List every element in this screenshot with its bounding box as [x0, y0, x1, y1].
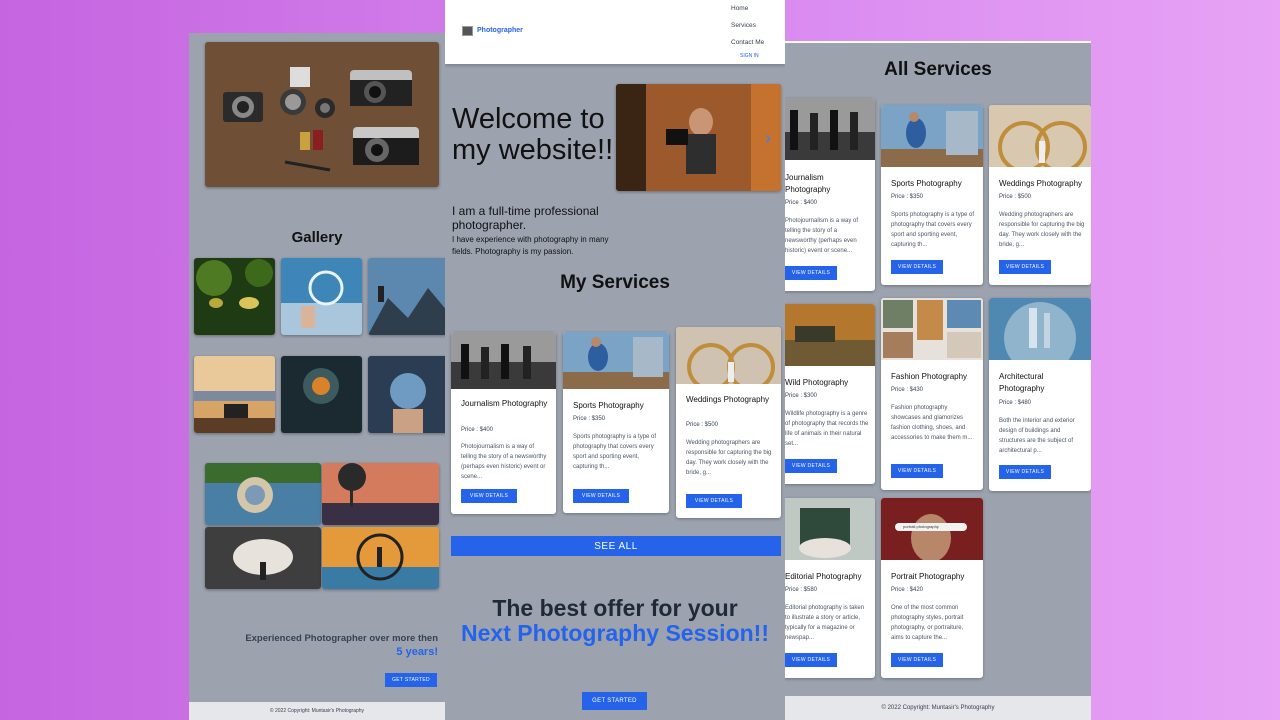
card-title: Wild Photography — [785, 378, 849, 387]
card-price: Price : $400 — [461, 427, 494, 433]
all-card-journalism: Journalism Photography Price : $400 Phot… — [785, 98, 875, 291]
left-footer: © 2022 Copyright: Muntasir's Photography — [189, 702, 445, 720]
experience-text: Experienced Photographer over more then … — [245, 633, 438, 658]
service-card-sports: Sports Photography Price : $350 Sports p… — [563, 332, 669, 513]
gallery-image-crystal-ball[interactable] — [368, 356, 445, 433]
all-card-portrait: portrait photography Portrait Photograph… — [881, 498, 983, 678]
card-description: One of the most common photography style… — [891, 605, 964, 641]
card-price: Price : $400 — [785, 200, 818, 206]
card-description: Sports photography is a type of photogra… — [573, 434, 657, 470]
card-price: Price : $500 — [686, 422, 719, 428]
weddings-image — [676, 327, 781, 384]
card-description: Wildlife photography is a genre of photo… — [785, 411, 869, 447]
card-price: Price : $420 — [891, 587, 924, 593]
offer-heading: The best offer for your Next Photography… — [445, 596, 785, 646]
card-title: Sports Photography — [573, 401, 644, 410]
hero-description: I have experience with photography in ma… — [452, 235, 609, 256]
gallery-image-tunnel[interactable] — [281, 356, 362, 433]
gallery-image-mountain[interactable] — [368, 258, 445, 335]
experience-highlight: 5 years! — [396, 646, 438, 658]
portrait-search-text: portrait photography — [903, 524, 939, 529]
gallery-title: Gallery — [291, 229, 343, 246]
card-description: Photojournalism is a way of telling the … — [785, 218, 859, 254]
all-card-sports: Sports Photography Price : $350 Sports p… — [881, 105, 983, 285]
card-description: Sports photography is a type of photogra… — [891, 212, 975, 248]
view-details-button[interactable]: VIEW DETAILS — [785, 459, 837, 473]
all-services-title: All Services — [884, 59, 992, 80]
sign-in-link[interactable]: SIGN IN — [740, 53, 759, 59]
all-card-architectural: Architectural Photography Price : $480 B… — [989, 298, 1091, 491]
view-details-button[interactable]: VIEW DETAILS — [999, 465, 1051, 479]
card-price: Price : $300 — [785, 393, 818, 399]
brand-name[interactable]: Photographer — [477, 27, 523, 34]
card-title: Journalism Photography — [785, 173, 831, 194]
offer-get-started-button[interactable]: GET STARTED — [582, 692, 647, 710]
card-title: Sports Photography — [891, 179, 962, 188]
nav-services[interactable]: Services — [731, 22, 756, 29]
card-description: Photojournalism is a way of telling the … — [461, 444, 547, 480]
right-panel: All Services Journalism Photography Pric… — [785, 41, 1091, 720]
all-card-fashion: Fashion Photography Price : $430 Fashion… — [881, 298, 983, 490]
card-title: Editorial Photography — [785, 572, 862, 581]
all-card-weddings: Weddings Photography Price : $500 Weddin… — [989, 105, 1091, 285]
view-details-button[interactable]: VIEW DETAILS — [573, 489, 629, 503]
card-description: Wedding photographers are responsible fo… — [686, 440, 772, 476]
view-details-button[interactable]: VIEW DETAILS — [891, 260, 943, 274]
card-title: Weddings Photography — [999, 179, 1083, 188]
card-description: Editorial photography is taken to illust… — [785, 605, 865, 641]
navbar: Photographer Home Services Contact Me SI… — [445, 0, 785, 64]
top-divider — [785, 41, 1091, 43]
collage-image-tree-sunset[interactable] — [322, 463, 439, 525]
view-details-button[interactable]: VIEW DETAILS — [785, 653, 837, 667]
gallery-image-bird[interactable] — [194, 258, 275, 335]
offer-highlight: Next Photography Session!! — [461, 620, 769, 646]
card-title: Journalism Photography — [461, 399, 548, 408]
sports-image — [563, 332, 669, 389]
card-price: Price : $430 — [891, 387, 924, 393]
card-description: Fashion photography showcases and glamor… — [891, 405, 973, 441]
all-card-editorial: Editorial Photography Price : $580 Edito… — [785, 498, 875, 678]
card-price: Price : $480 — [999, 400, 1032, 406]
view-details-button[interactable]: VIEW DETAILS — [891, 464, 943, 478]
footer-name: Muntasir's Photography — [931, 705, 995, 711]
logo-icon[interactable] — [462, 26, 473, 36]
collage-image-glass-sphere[interactable] — [205, 463, 321, 525]
all-card-wild: Wild Photography Price : $300 Wildlife p… — [785, 304, 875, 484]
card-title: Architectural Photography — [999, 372, 1045, 393]
cameras-hero-image — [205, 42, 439, 187]
my-services-title: My Services — [560, 272, 670, 293]
card-title: Portrait Photography — [891, 572, 965, 581]
gallery-image-water-splash[interactable] — [281, 258, 362, 335]
card-description: Both the interior and exterior design of… — [999, 418, 1075, 454]
hero-title: Welcome to my website!! — [452, 103, 614, 166]
view-details-button[interactable]: VIEW DETAILS — [686, 494, 742, 508]
carousel-next-icon[interactable]: › — [765, 128, 771, 149]
card-title: Fashion Photography — [891, 372, 968, 381]
card-price: Price : $350 — [891, 194, 924, 200]
view-details-button[interactable]: VIEW DETAILS — [999, 260, 1051, 274]
journalism-image — [451, 332, 556, 389]
service-card-journalism: Journalism Photography Price : $400 Phot… — [451, 332, 556, 514]
card-title: Weddings Photography — [686, 395, 770, 404]
view-details-button[interactable]: VIEW DETAILS — [785, 266, 837, 280]
see-all-button[interactable]: SEE ALL — [451, 536, 781, 556]
card-price: Price : $500 — [999, 194, 1032, 200]
view-details-button[interactable]: VIEW DETAILS — [891, 653, 943, 667]
hero-carousel-image — [616, 84, 781, 191]
left-panel: Gallery Experienced Photographer over mo… — [189, 33, 445, 720]
right-footer: © 2022 Copyright: Muntasir's Photography — [785, 696, 1091, 720]
collage-image-powder-dancer[interactable] — [205, 527, 321, 589]
nav-home[interactable]: Home — [731, 5, 748, 12]
get-started-button[interactable]: GET STARTED — [385, 673, 437, 687]
middle-panel: Photographer Home Services Contact Me SI… — [445, 0, 785, 720]
view-details-button[interactable]: VIEW DETAILS — [461, 489, 517, 503]
nav-contact[interactable]: Contact Me — [731, 39, 764, 46]
card-price: Price : $350 — [573, 416, 606, 422]
collage-image-fisherman[interactable] — [322, 527, 439, 589]
hero-subtitle: I am a full-time professional photograph… — [452, 204, 599, 232]
service-card-weddings: Weddings Photography Price : $500 Weddin… — [676, 327, 781, 518]
card-price: Price : $580 — [785, 587, 818, 593]
gallery-image-sunset-camera[interactable] — [194, 356, 275, 433]
card-description: Wedding photographers are responsible fo… — [999, 212, 1085, 248]
